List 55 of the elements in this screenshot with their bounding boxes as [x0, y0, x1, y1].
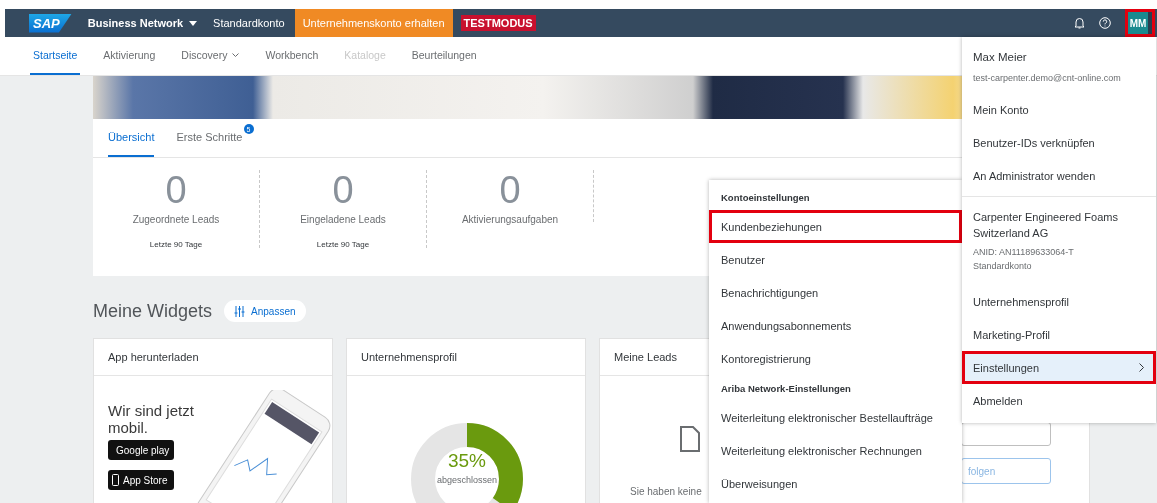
input-field[interactable]: [961, 422, 1051, 446]
account-info: Standardkonto: [972, 260, 1033, 273]
menu-item[interactable]: Unternehmensprofil: [962, 285, 1156, 318]
user-avatar[interactable]: MM: [1128, 12, 1148, 34]
store-badge[interactable]: App Store: [108, 470, 174, 490]
menu-item[interactable]: Mein Konto: [962, 93, 1156, 126]
menu-item[interactable]: Abmelden: [962, 384, 1156, 417]
menu-section-header: Kontoeinstellungen: [720, 190, 811, 205]
menu-item[interactable]: Weiterleitung elektronischer Bestellaufträge: [709, 401, 962, 434]
menu-item[interactable]: Kundenbeziehungen: [709, 210, 962, 243]
overview-tab[interactable]: Übersicht: [108, 119, 155, 157]
nav-tab[interactable]: Beurteilungen: [408, 37, 480, 75]
widget-title: Unternehmensprofil: [347, 339, 585, 376]
sliders-icon: [234, 305, 246, 317]
promo-headline: Wir sind jetzt mobil.: [108, 402, 195, 436]
menu-item[interactable]: Weiterleitung elektronischer Rechnungen: [709, 434, 962, 467]
section-title: Meine Widgets: [93, 300, 213, 322]
company-name: Carpenter Engineered Foams Switzerland AG: [962, 196, 1156, 245]
chevron-down-icon: [232, 53, 240, 57]
user-email: test-carpenter.demo@cnt-online.com: [972, 72, 1122, 85]
kpi-label: Aktivierungsaufgaben: [461, 214, 559, 225]
menu-section-header: Ariba Network-Einstellungen: [720, 381, 852, 396]
chevron-right-icon: [1139, 363, 1144, 372]
store-badge[interactable]: Google play: [108, 440, 174, 460]
kpi-label: Eingeladene Leads: [300, 214, 386, 225]
phone-icon: [112, 474, 119, 486]
account-info: ANID: AN11189633064-T: [972, 246, 1075, 259]
kpi-period: Letzte 90 Tage: [316, 240, 370, 249]
widget-title: App herunterladen: [94, 339, 332, 376]
sap-logo[interactable]: SAP: [29, 13, 72, 33]
caret-icon: [189, 20, 198, 26]
progress-caption: abgeschlossen: [435, 475, 498, 485]
notification-bell-icon[interactable]: [1074, 17, 1085, 29]
customize-button[interactable]: Anpassen: [224, 300, 306, 322]
menu-item[interactable]: Benutzer-IDs verknüpfen: [962, 126, 1156, 159]
user-name: Max Meier: [972, 50, 1028, 65]
nav-tab[interactable]: Aktivierung: [100, 37, 159, 75]
kpi-period: Letzte 90 Tage: [149, 240, 203, 249]
kpi-label: Zugeordnete Leads: [132, 214, 220, 225]
nav-tab[interactable]: Discovery: [178, 37, 243, 75]
help-icon[interactable]: [1099, 17, 1111, 29]
progress-reading: 35%: [447, 450, 487, 472]
nav-tab[interactable]: Workbench: [262, 37, 322, 75]
product-menu[interactable]: Business Network: [87, 17, 198, 29]
menu-item[interactable]: Kontoregistrierung: [709, 342, 962, 375]
document-icon: [680, 426, 700, 452]
empty-message: Sie haben keine: [630, 486, 702, 497]
test-mode-badge: TESTMODUS: [460, 15, 536, 31]
menu-item[interactable]: Einstellungen: [962, 351, 1156, 384]
menu-item[interactable]: An Administrator wenden: [962, 159, 1156, 192]
menu-item[interactable]: Überweisungen: [709, 467, 962, 500]
account-type: Standardkonto: [213, 17, 285, 29]
menu-item[interactable]: Benachrichtigungen: [709, 276, 962, 309]
menu-item[interactable]: Anwendungsabonnements: [709, 309, 962, 342]
menu-item[interactable]: Benutzer: [709, 243, 962, 276]
